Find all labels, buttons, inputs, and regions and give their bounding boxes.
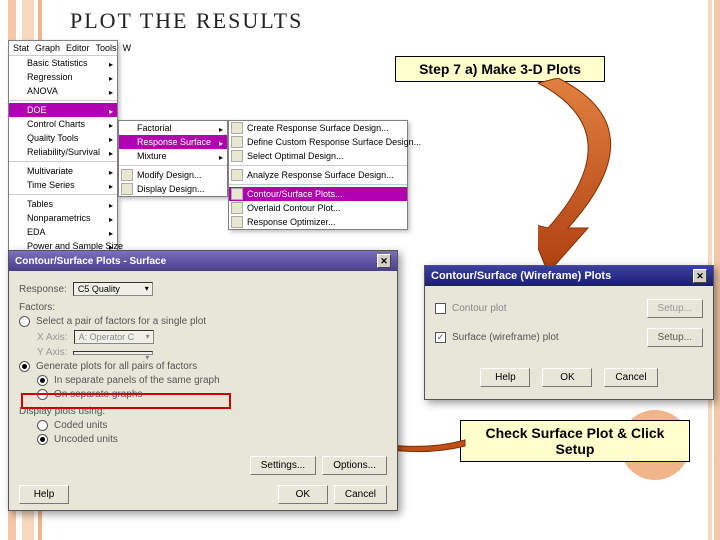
label-all-pairs: Generate plots for all pairs of factors — [36, 361, 197, 372]
design-icon — [231, 136, 243, 148]
plot-icon — [231, 202, 243, 214]
checkbox-surface-plot[interactable] — [435, 332, 446, 343]
menu-item-create-rs-design[interactable]: Create Response Surface Design... — [229, 121, 407, 135]
factors-label: Factors: — [19, 302, 55, 313]
close-icon[interactable]: ✕ — [693, 269, 707, 283]
callout-check-surface: Check Surface Plot & Click Setup — [460, 420, 690, 462]
menu-item-tables[interactable]: Tables▸ — [9, 197, 117, 211]
menu-item-multivariate[interactable]: Multivariate▸ — [9, 164, 117, 178]
arrow-step7-to-menu — [538, 78, 668, 278]
stripe — [714, 0, 720, 540]
design-icon — [231, 150, 243, 162]
options-button[interactable]: Options... — [322, 456, 387, 475]
setup-contour-button: Setup... — [647, 299, 703, 318]
menu-item-quality-tools[interactable]: Quality Tools▸ — [9, 131, 117, 145]
menu-item-reliability[interactable]: Reliability/Survival▸ — [9, 145, 117, 159]
menu-item-display-design[interactable]: Display Design... — [119, 182, 227, 196]
dialog-title: Contour/Surface (Wireframe) Plots — [431, 270, 611, 282]
menu-item-anova[interactable]: ANOVA▸ — [9, 84, 117, 98]
radio-same-graph[interactable] — [37, 375, 48, 386]
cancel-button[interactable]: Cancel — [334, 485, 387, 504]
menu-item-contour-surface-plots[interactable]: Contour/Surface Plots... — [229, 187, 407, 201]
titlebar: Contour/Surface Plots - Surface ✕ — [9, 251, 397, 271]
help-button[interactable]: Help — [19, 485, 69, 504]
menu-item-time-series[interactable]: Time Series▸ — [9, 178, 117, 192]
menu-item-eda[interactable]: EDA▸ — [9, 225, 117, 239]
close-icon[interactable]: ✕ — [377, 254, 391, 268]
dialog-title: Contour/Surface Plots - Surface — [15, 256, 166, 267]
label-uncoded: Uncoded units — [54, 434, 118, 445]
radio-uncoded[interactable] — [37, 434, 48, 445]
menubar-stat[interactable]: Stat — [13, 43, 29, 53]
yaxis-select — [73, 351, 153, 355]
dialog-contour-surface-plots: Contour/Surface Plots - Surface ✕ Respon… — [8, 250, 398, 511]
label-coded: Coded units — [54, 420, 107, 431]
menubar-tools[interactable]: Tools — [96, 43, 117, 53]
label-surface-plot: Surface (wireframe) plot — [452, 332, 559, 343]
menu-response-surface-sub: Create Response Surface Design... Define… — [228, 120, 408, 230]
menu-item-basic-statistics[interactable]: Basic Statistics▸ — [9, 56, 117, 70]
label-separate-graphs: On separate graphs — [54, 389, 142, 400]
menu-item-select-optimal[interactable]: Select Optimal Design... — [229, 149, 407, 163]
radio-separate-graphs[interactable] — [37, 389, 48, 400]
menu-item-overlaid-contour[interactable]: Overlaid Contour Plot... — [229, 201, 407, 215]
page-title: PLOT THE RESULTS — [70, 8, 303, 34]
label-same-graph: In separate panels of the same graph — [54, 375, 220, 386]
design-icon — [231, 122, 243, 134]
response-select[interactable]: C5 Quality — [73, 282, 153, 296]
menu-doe-sub: Factorial▸ Response Surface▸ Mixture▸ Mo… — [118, 120, 228, 197]
settings-button[interactable]: Settings... — [250, 456, 316, 475]
menu-item-nonparametrics[interactable]: Nonparametrics▸ — [9, 211, 117, 225]
display-label: Display plots using: — [19, 406, 105, 417]
yaxis-label: Y Axis: — [37, 347, 67, 358]
ok-button[interactable]: OK — [278, 485, 328, 504]
menu-item-doe[interactable]: DOE▸ — [9, 103, 117, 117]
design-icon — [121, 169, 133, 181]
menubar: Stat Graph Editor Tools W — [9, 41, 117, 56]
menu-item-mixture[interactable]: Mixture▸ — [119, 149, 227, 163]
radio-coded[interactable] — [37, 420, 48, 431]
titlebar: Contour/Surface (Wireframe) Plots ✕ — [425, 266, 713, 286]
help-button[interactable]: Help — [480, 368, 530, 387]
response-label: Response: — [19, 284, 67, 295]
xaxis-label: X Axis: — [37, 332, 68, 343]
menu-item-define-custom-rs[interactable]: Define Custom Response Surface Design... — [229, 135, 407, 149]
menubar-w[interactable]: W — [123, 43, 132, 53]
menu-item-response-optimizer[interactable]: Response Optimizer... — [229, 215, 407, 229]
dialog-wireframe-plots: Contour/Surface (Wireframe) Plots ✕ Cont… — [424, 265, 714, 400]
menu-item-analyze-rs[interactable]: Analyze Response Surface Design... — [229, 168, 407, 182]
cancel-button[interactable]: Cancel — [604, 368, 657, 387]
menu-item-factorial[interactable]: Factorial▸ — [119, 121, 227, 135]
label-single-pair: Select a pair of factors for a single pl… — [36, 316, 206, 327]
ok-button[interactable]: OK — [542, 368, 592, 387]
radio-single-pair[interactable] — [19, 316, 30, 327]
menu-item-regression[interactable]: Regression▸ — [9, 70, 117, 84]
optimizer-icon — [231, 216, 243, 228]
radio-all-pairs[interactable] — [19, 361, 30, 372]
menubar-editor[interactable]: Editor — [66, 43, 90, 53]
menubar-graph[interactable]: Graph — [35, 43, 60, 53]
analyze-icon — [231, 169, 243, 181]
label-contour-plot: Contour plot — [452, 303, 506, 314]
menu-item-control-charts[interactable]: Control Charts▸ — [9, 117, 117, 131]
design-icon — [121, 183, 133, 195]
menu-stat: Stat Graph Editor Tools W Basic Statisti… — [8, 40, 118, 254]
plot-icon — [231, 188, 243, 200]
checkbox-contour-plot[interactable] — [435, 303, 446, 314]
menu-item-response-surface[interactable]: Response Surface▸ — [119, 135, 227, 149]
setup-surface-button[interactable]: Setup... — [647, 328, 703, 347]
menu-item-modify-design[interactable]: Modify Design... — [119, 168, 227, 182]
xaxis-select: A: Operator C — [74, 330, 154, 344]
